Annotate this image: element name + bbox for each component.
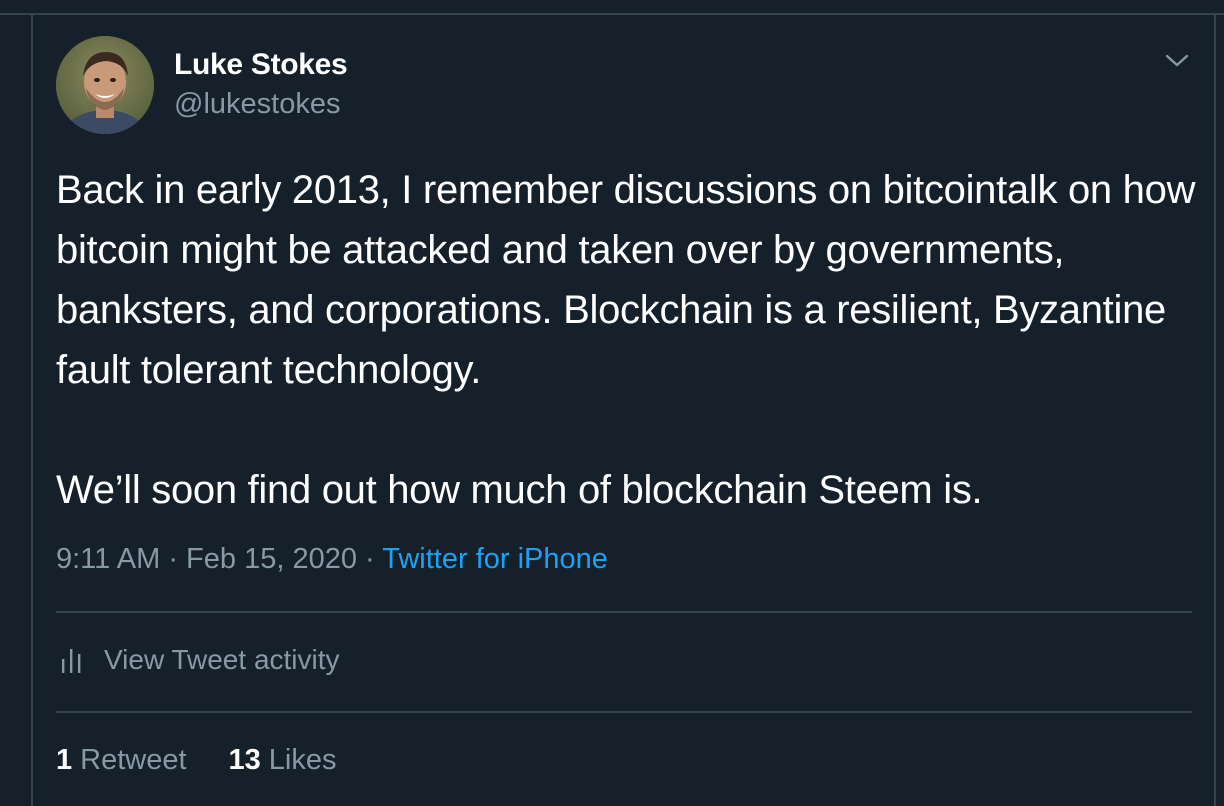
tweet-time[interactable]: 9:11 AM — [56, 543, 160, 575]
tweet-date[interactable]: Feb 15, 2020 — [186, 543, 357, 575]
meta-separator: · — [365, 543, 375, 575]
tweet-meta: 9:11 AM · Feb 15, 2020 · Twitter for iPh… — [56, 543, 608, 576]
retweet-count: 1 — [56, 744, 73, 776]
tweet-stats: 1 Retweet 13 Likes — [56, 744, 337, 777]
bar-chart-icon — [60, 645, 84, 675]
likes-link[interactable]: 13 Likes — [229, 744, 337, 777]
author-name[interactable]: Luke Stokes — [174, 48, 348, 82]
timeline-right-border — [1214, 15, 1224, 806]
avatar[interactable] — [56, 36, 154, 134]
tweet-paragraph: We’ll soon find out how much of blockcha… — [56, 468, 983, 512]
view-tweet-activity-label: View Tweet activity — [104, 644, 340, 675]
author-handle[interactable]: @lukestokes — [174, 88, 340, 121]
retweet-label: Retweet — [80, 744, 187, 776]
timeline-left-border — [0, 15, 33, 806]
divider — [56, 611, 1192, 613]
likes-count: 13 — [228, 744, 261, 776]
likes-label: Likes — [268, 744, 337, 776]
timeline-top-border — [0, 0, 1224, 15]
tweet-source-link[interactable]: Twitter for iPhone — [382, 543, 608, 575]
meta-separator: · — [168, 543, 178, 575]
chevron-down-icon[interactable] — [1162, 48, 1192, 74]
retweets-link[interactable]: 1 Retweet — [56, 744, 187, 777]
view-tweet-activity-button[interactable]: View Tweet activity — [60, 644, 340, 676]
tweet-paragraph: Back in early 2013, I remember discussio… — [56, 168, 1196, 392]
tweet-text: Back in early 2013, I remember discussio… — [56, 160, 1206, 520]
divider — [56, 711, 1192, 713]
